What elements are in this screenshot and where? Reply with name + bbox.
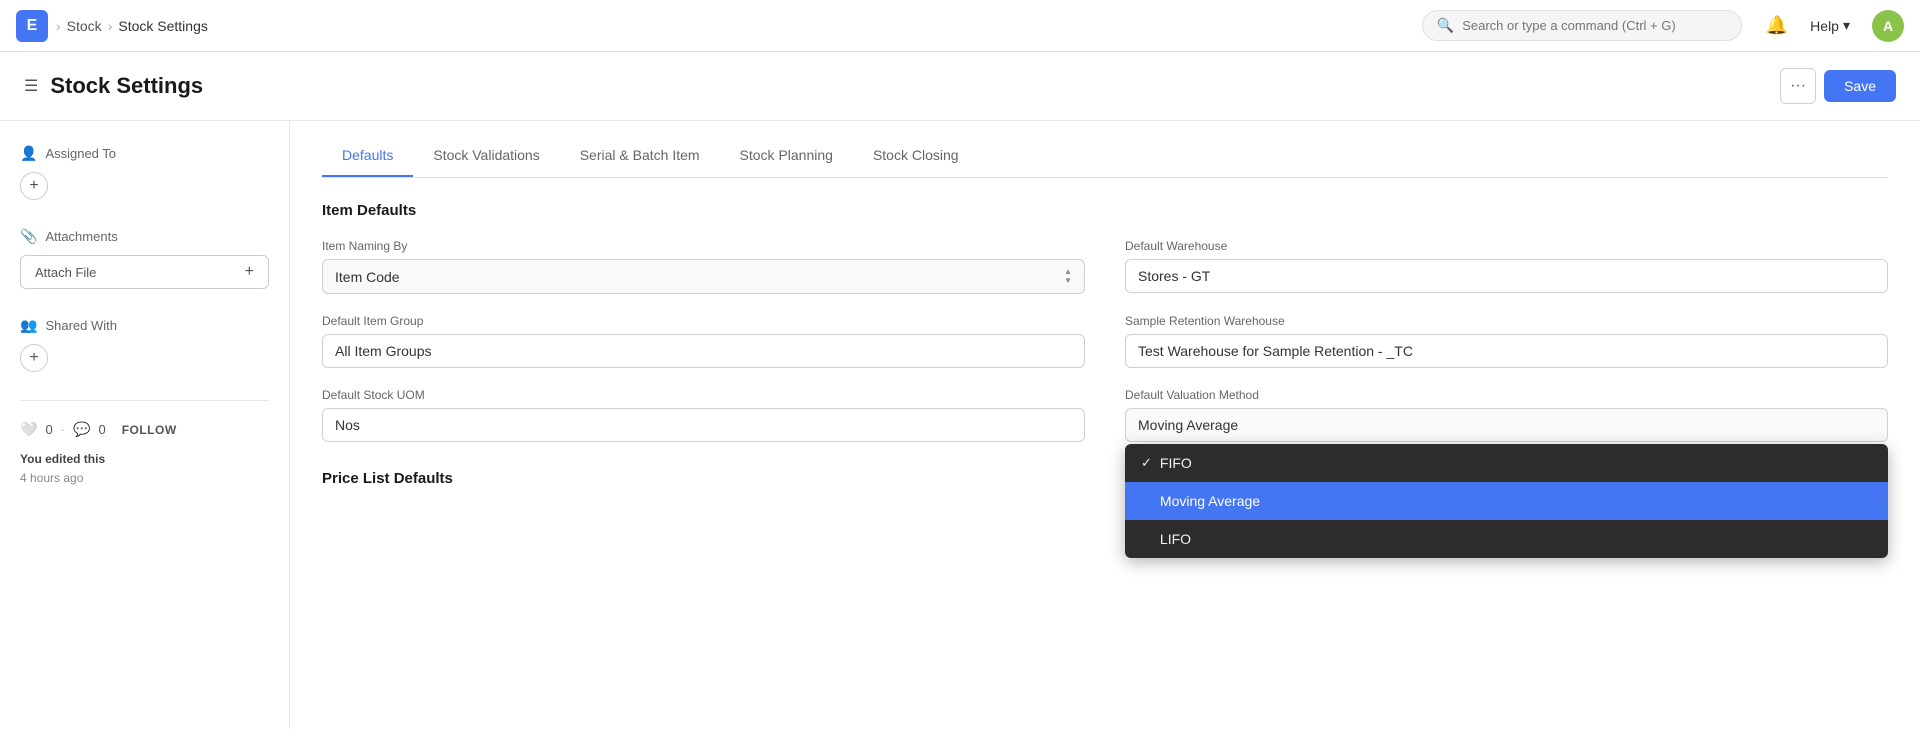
default-warehouse-field: Default Warehouse bbox=[1125, 239, 1888, 294]
dropdown-lifo-label: LIFO bbox=[1160, 531, 1191, 547]
shared-with-label: 👥 Shared With bbox=[20, 317, 269, 334]
breadcrumb-sep-1: › bbox=[56, 18, 61, 34]
tab-defaults[interactable]: Defaults bbox=[322, 137, 413, 177]
attach-plus-icon: + bbox=[245, 263, 254, 281]
default-item-group-input[interactable] bbox=[322, 334, 1085, 368]
assigned-to-label: 👤 Assigned To bbox=[20, 145, 269, 162]
default-valuation-method-label: Default Valuation Method bbox=[1125, 388, 1888, 402]
social-row: 🤍 0 · 💬 0 FOLLOW bbox=[20, 421, 269, 438]
page-title: Stock Settings bbox=[50, 73, 203, 99]
help-button[interactable]: Help ▾ bbox=[1800, 11, 1860, 40]
divider bbox=[20, 400, 269, 401]
paperclip-icon: 📎 bbox=[20, 228, 37, 245]
likes-count: 0 bbox=[45, 422, 52, 437]
person-icon: 👤 bbox=[20, 145, 37, 162]
sample-retention-warehouse-label: Sample Retention Warehouse bbox=[1125, 314, 1888, 328]
shared-with-section: 👥 Shared With + bbox=[20, 317, 269, 372]
item-defaults-title: Item Defaults bbox=[322, 202, 1888, 219]
breadcrumb: › Stock › Stock Settings bbox=[56, 18, 208, 34]
edit-info-time: 4 hours ago bbox=[20, 471, 83, 485]
default-stock-uom-field: Default Stock UOM bbox=[322, 388, 1085, 442]
tabs-bar: Defaults Stock Validations Serial & Batc… bbox=[322, 121, 1888, 178]
comments-count: 0 bbox=[98, 422, 105, 437]
assigned-to-section: 👤 Assigned To + bbox=[20, 145, 269, 200]
breadcrumb-sep-2: › bbox=[108, 18, 113, 34]
spinner-down-icon: ▼ bbox=[1064, 277, 1072, 285]
item-naming-by-input[interactable]: Item Code ▲ ▼ bbox=[322, 259, 1085, 294]
check-icon-fifo: ✓ bbox=[1141, 455, 1152, 471]
top-nav: E › Stock › Stock Settings 🔍 🔔 Help ▾ A bbox=[0, 0, 1920, 52]
default-item-group-field: Default Item Group bbox=[322, 314, 1085, 368]
tab-stock-planning[interactable]: Stock Planning bbox=[720, 137, 853, 177]
search-input[interactable] bbox=[1462, 18, 1727, 33]
app-logo[interactable]: E bbox=[16, 10, 48, 42]
more-options-button[interactable]: ··· bbox=[1780, 68, 1816, 104]
follow-button[interactable]: FOLLOW bbox=[122, 423, 177, 437]
default-stock-uom-label: Default Stock UOM bbox=[322, 388, 1085, 402]
item-naming-by-field: Item Naming By Item Code ▲ ▼ bbox=[322, 239, 1085, 294]
attachments-section: 📎 Attachments Attach File + bbox=[20, 228, 269, 289]
dropdown-fifo-label: FIFO bbox=[1160, 455, 1192, 471]
dot-separator: · bbox=[61, 422, 65, 437]
add-shared-with-button[interactable]: + bbox=[20, 344, 48, 372]
avatar[interactable]: A bbox=[1872, 10, 1904, 42]
breadcrumb-stock[interactable]: Stock bbox=[67, 18, 102, 34]
attach-file-label: Attach File bbox=[35, 265, 96, 280]
default-item-group-label: Default Item Group bbox=[322, 314, 1085, 328]
spinner-up-icon: ▲ bbox=[1064, 268, 1072, 276]
page-header-row: ☰ Stock Settings ··· Save bbox=[0, 52, 1920, 121]
dropdown-moving-average-label: Moving Average bbox=[1160, 493, 1260, 509]
nav-actions: 🔔 Help ▾ A bbox=[1766, 10, 1904, 42]
edit-info: You edited this 4 hours ago bbox=[20, 450, 269, 488]
attachments-label: 📎 Attachments bbox=[20, 228, 269, 245]
default-valuation-method-input[interactable] bbox=[1125, 408, 1888, 442]
form-panel: Defaults Stock Validations Serial & Batc… bbox=[290, 121, 1920, 729]
save-button[interactable]: Save bbox=[1824, 70, 1896, 102]
page-wrapper: ☰ Stock Settings ··· Save 👤 Assigned To … bbox=[0, 52, 1920, 729]
attach-file-button[interactable]: Attach File + bbox=[20, 255, 269, 289]
default-stock-uom-input[interactable] bbox=[322, 408, 1085, 442]
item-naming-by-value: Item Code bbox=[335, 269, 400, 285]
help-chevron-icon: ▾ bbox=[1843, 17, 1850, 34]
dropdown-option-lifo[interactable]: ✓ LIFO bbox=[1125, 520, 1888, 558]
breadcrumb-current: Stock Settings bbox=[118, 18, 208, 34]
comment-icon: 💬 bbox=[73, 421, 90, 438]
main-content: ☰ Stock Settings ··· Save 👤 Assigned To … bbox=[0, 52, 1920, 729]
valuation-dropdown-menu: ✓ FIFO ✓ Moving Average ✓ LIFO bbox=[1125, 444, 1888, 558]
tab-stock-validations[interactable]: Stock Validations bbox=[413, 137, 559, 177]
default-valuation-method-field: Default Valuation Method ✓ FIFO ✓ Moving… bbox=[1125, 388, 1888, 442]
item-naming-by-label: Item Naming By bbox=[322, 239, 1085, 253]
shared-icon: 👥 bbox=[20, 317, 37, 334]
heart-icon: 🤍 bbox=[20, 421, 37, 438]
search-icon: 🔍 bbox=[1437, 17, 1454, 34]
spinner-arrows: ▲ ▼ bbox=[1064, 268, 1072, 285]
search-bar[interactable]: 🔍 bbox=[1422, 10, 1742, 41]
sample-retention-warehouse-input[interactable] bbox=[1125, 334, 1888, 368]
tab-serial-batch[interactable]: Serial & Batch Item bbox=[560, 137, 720, 177]
help-label: Help bbox=[1810, 18, 1839, 34]
edit-info-user: You edited this bbox=[20, 452, 105, 466]
notifications-button[interactable]: 🔔 bbox=[1766, 15, 1788, 36]
header-actions: ··· Save bbox=[1780, 68, 1896, 104]
hamburger-icon[interactable]: ☰ bbox=[24, 76, 38, 96]
sample-retention-warehouse-field: Sample Retention Warehouse bbox=[1125, 314, 1888, 368]
dropdown-option-fifo[interactable]: ✓ FIFO bbox=[1125, 444, 1888, 482]
default-warehouse-input[interactable] bbox=[1125, 259, 1888, 293]
default-warehouse-label: Default Warehouse bbox=[1125, 239, 1888, 253]
sidebar-panel: 👤 Assigned To + 📎 Attachments Attach Fil… bbox=[0, 121, 290, 729]
content-body: 👤 Assigned To + 📎 Attachments Attach Fil… bbox=[0, 121, 1920, 729]
add-assigned-to-button[interactable]: + bbox=[20, 172, 48, 200]
dropdown-option-moving-average[interactable]: ✓ Moving Average bbox=[1125, 482, 1888, 520]
tab-stock-closing[interactable]: Stock Closing bbox=[853, 137, 979, 177]
item-defaults-grid: Item Naming By Item Code ▲ ▼ Default War… bbox=[322, 239, 1888, 442]
